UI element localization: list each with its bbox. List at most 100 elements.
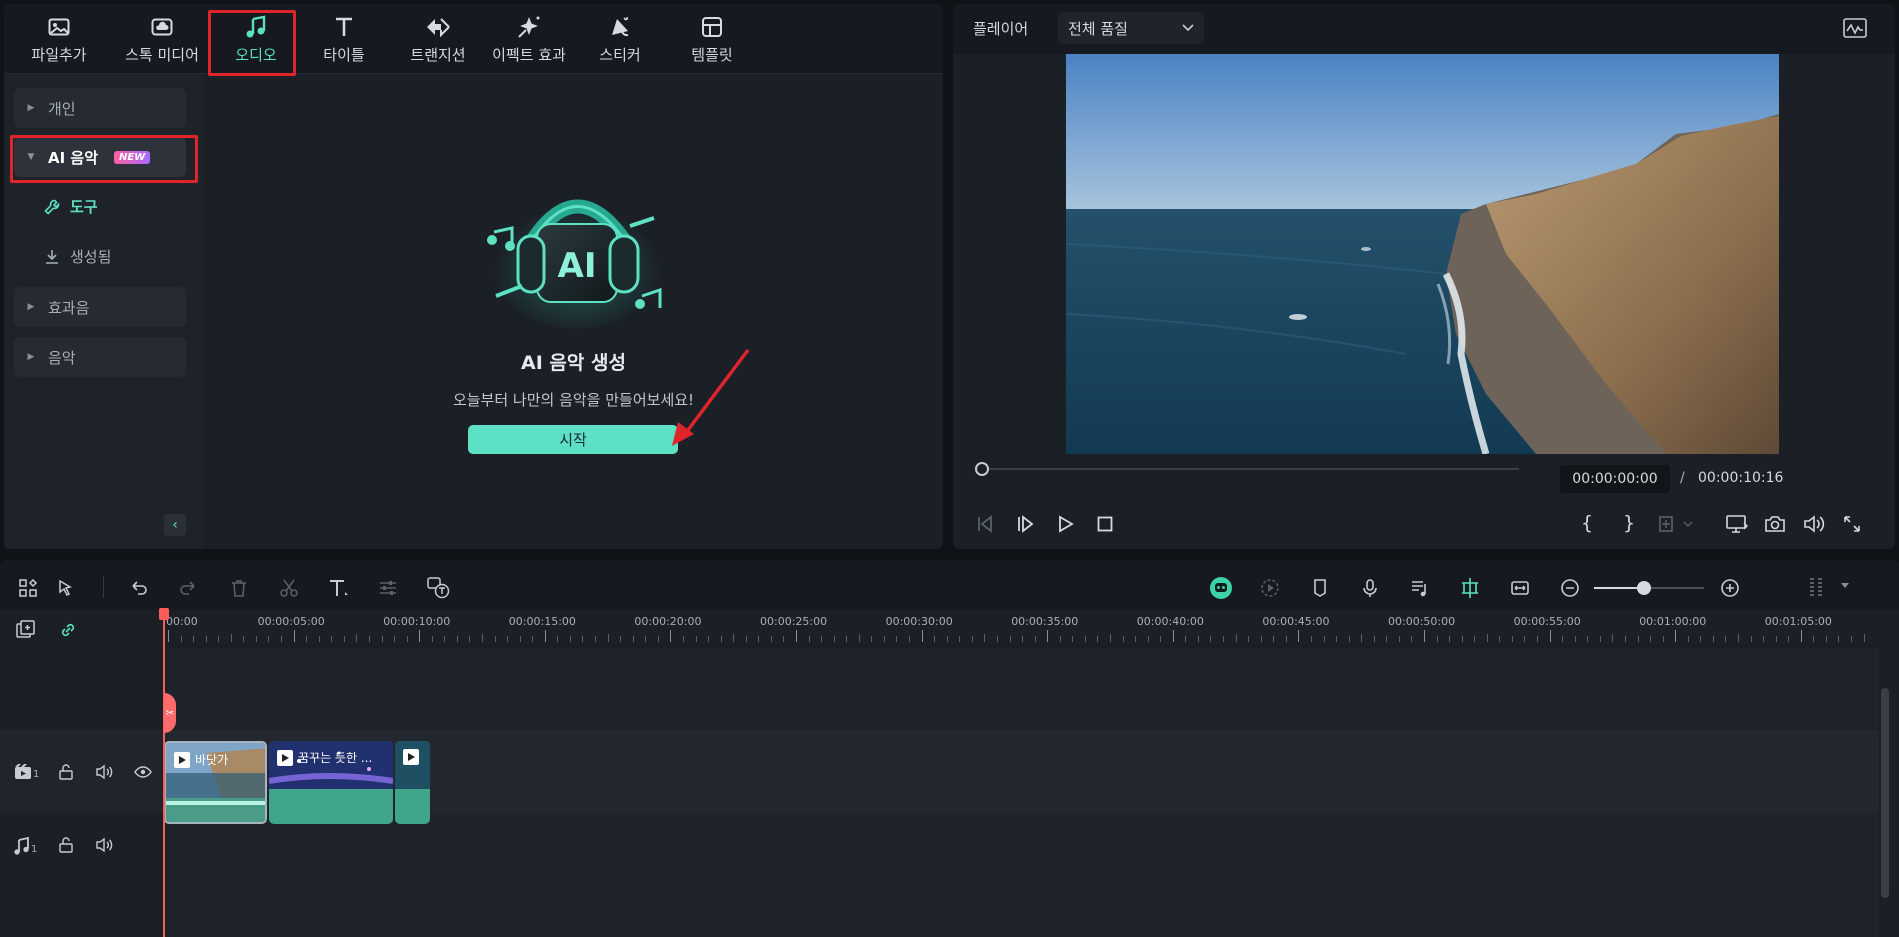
adjust-sliders-icon[interactable]	[374, 574, 402, 602]
play-icon[interactable]	[1055, 514, 1075, 534]
tab-stickers[interactable]: 스티커	[584, 4, 656, 74]
caret-right-icon: ▶	[27, 352, 35, 362]
text-tool-icon[interactable]	[325, 574, 353, 602]
waveform-scope-icon[interactable]	[1843, 18, 1867, 38]
tab-transitions[interactable]: 트랜지션	[394, 4, 482, 74]
video-clip[interactable]: 꿈꾸는 듯한 ...	[269, 741, 393, 824]
ruler-tick	[1486, 634, 1488, 642]
caret-down-icon[interactable]	[1840, 582, 1850, 590]
ruler-label: 00:00:25:00	[760, 615, 828, 628]
start-button[interactable]: 시작	[468, 425, 678, 454]
zoom-slider-handle[interactable]	[1636, 581, 1651, 595]
zoom-out-icon[interactable]	[1556, 574, 1584, 602]
tab-import[interactable]: 파일추가	[24, 4, 94, 74]
ruler-tick	[1323, 636, 1325, 642]
zoom-in-icon[interactable]	[1716, 574, 1744, 602]
snapshot-camera-icon[interactable]	[1764, 514, 1786, 534]
ruler-tick	[1662, 636, 1664, 642]
eye-visibility-icon[interactable]	[134, 764, 152, 780]
ruler-tick	[996, 636, 998, 642]
cut-scissors-icon[interactable]	[275, 574, 303, 602]
select-cursor-icon[interactable]	[52, 574, 80, 602]
ruler-label: 00:00:15:00	[508, 615, 576, 628]
track-volume-icon[interactable]	[96, 764, 114, 780]
video-preview[interactable]	[1066, 54, 1779, 454]
playhead[interactable]	[163, 610, 165, 937]
tab-effects[interactable]: 이펙트 효과	[482, 4, 576, 74]
mark-in-icon[interactable]: {	[1581, 512, 1593, 534]
ruler-tick	[1411, 636, 1413, 642]
ruler-tick	[1197, 636, 1199, 642]
wrench-icon	[44, 199, 60, 215]
tab-label: 스톡 미디어	[125, 45, 199, 64]
quality-dropdown[interactable]: 전체 품질	[1058, 12, 1204, 44]
ruler-tick	[1562, 636, 1564, 642]
sidebar-subitem-generated[interactable]: 생성됨	[44, 246, 111, 267]
insert-clip-icon[interactable]	[1658, 514, 1694, 534]
undo-icon[interactable]	[125, 574, 153, 602]
ruler-label: 00:00:40:00	[1136, 615, 1204, 628]
music-list-icon[interactable]	[1406, 574, 1434, 602]
speech-to-text-icon[interactable]	[425, 574, 453, 602]
delete-trash-icon[interactable]	[225, 574, 253, 602]
add-track-icon[interactable]	[16, 620, 38, 640]
redo-icon[interactable]	[174, 574, 202, 602]
ruler-tick	[469, 636, 471, 642]
track-volume-icon[interactable]	[96, 837, 114, 853]
fit-timeline-icon[interactable]	[1506, 574, 1534, 602]
fullscreen-icon[interactable]	[1842, 514, 1862, 534]
ruler-tick	[1273, 636, 1275, 642]
tab-stock-media[interactable]: 스톡 미디어	[116, 4, 208, 74]
ruler-tick	[482, 634, 483, 642]
playhead-handle[interactable]	[159, 608, 169, 620]
volume-icon[interactable]	[1803, 514, 1825, 534]
sidebar-item-personal[interactable]: ▶ 개인	[14, 88, 186, 128]
stop-icon[interactable]	[1095, 514, 1115, 534]
ruler-tick	[1084, 636, 1086, 642]
template-icon	[699, 14, 725, 40]
next-frame-icon[interactable]	[1015, 514, 1035, 534]
ruler-tick	[419, 630, 421, 642]
ruler-tick	[620, 636, 622, 642]
ruler-tick	[1449, 636, 1451, 642]
marker-shield-icon[interactable]	[1306, 574, 1334, 602]
ruler-tick	[1838, 636, 1840, 642]
sidebar-item-sound-effects[interactable]: ▶ 효과음	[14, 287, 186, 327]
layout-grid-icon[interactable]	[14, 574, 42, 602]
snap-magnet-icon[interactable]	[1456, 574, 1484, 602]
video-clip[interactable]: 바닷가	[164, 741, 267, 824]
scrollbar-thumb[interactable]	[1881, 688, 1889, 898]
ai-music-illustration: AI	[482, 174, 672, 334]
progress-handle[interactable]	[975, 462, 989, 476]
lock-track-icon[interactable]	[58, 764, 74, 780]
sidebar-subitem-tool[interactable]: 도구	[44, 196, 98, 217]
track-height-menu-icon[interactable]	[1803, 574, 1831, 602]
link-chain-icon[interactable]	[58, 620, 78, 640]
import-media-icon	[46, 14, 72, 40]
ai-copilot-icon[interactable]	[1207, 574, 1235, 602]
lock-track-icon[interactable]	[58, 837, 74, 853]
auto-reframe-icon[interactable]	[1256, 574, 1284, 602]
mark-out-icon[interactable]: }	[1623, 512, 1635, 534]
tab-titles[interactable]: 타이틀	[304, 4, 384, 74]
playback-progress-bar[interactable]	[975, 462, 1519, 476]
ruler-tick	[1210, 636, 1212, 642]
ruler-tick	[1348, 636, 1350, 642]
timeline-ruler[interactable]: 00:00 00:00:05:00 00:00:10:00 00:00:15:00 00…	[164, 610, 1880, 648]
ruler-label: 00:00:30:00	[885, 615, 953, 628]
display-monitor-icon[interactable]	[1726, 514, 1748, 534]
microphone-icon[interactable]	[1356, 574, 1384, 602]
ruler-tick	[1336, 636, 1338, 642]
video-clip[interactable]	[395, 741, 430, 824]
transition-icon	[425, 14, 451, 40]
vertical-scrollbar[interactable]	[1879, 648, 1891, 937]
previous-frame-icon[interactable]	[975, 514, 995, 534]
collapse-sidebar-button[interactable]: ‹	[164, 514, 186, 536]
split-marker[interactable]: ✂	[164, 693, 176, 733]
video-track-number: 1	[33, 769, 40, 780]
sidebar-item-label: 음악	[48, 348, 76, 367]
sidebar-item-music[interactable]: ▶ 음악	[14, 337, 186, 377]
zoom-slider[interactable]	[1594, 581, 1704, 595]
ruler-tick	[946, 636, 948, 642]
tab-templates[interactable]: 템플릿	[672, 4, 752, 74]
